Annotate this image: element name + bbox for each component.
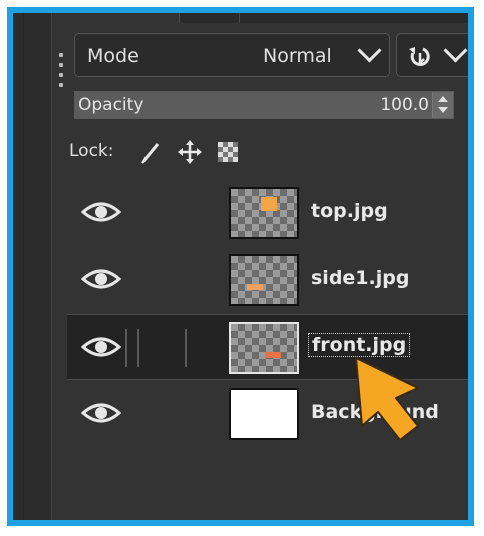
layer-thumbnail: [229, 187, 299, 239]
eye-icon[interactable]: [81, 399, 121, 427]
thumbnail-content: [265, 352, 281, 358]
opacity-slider[interactable]: Opacity 100.0: [74, 91, 454, 119]
drag-handle[interactable]: [58, 53, 64, 89]
layer-thumbnail: [229, 254, 299, 306]
composite-mode-button[interactable]: [396, 33, 468, 77]
mode-label: Mode: [87, 45, 139, 67]
opacity-value: 100.0: [380, 95, 429, 115]
layer-row-side1[interactable]: side1.jpg: [67, 247, 468, 313]
side-strip: [13, 13, 52, 520]
pointer-arrow-icon: [355, 357, 419, 441]
spin-up-icon: [438, 96, 448, 102]
lock-label: Lock:: [69, 141, 114, 161]
lock-alpha-icon[interactable]: [215, 139, 241, 165]
layer-row-top[interactable]: top.jpg: [67, 180, 468, 246]
chevron-down-icon: [357, 38, 382, 63]
spin-down-icon: [438, 107, 448, 113]
thumbnail-content: [261, 197, 277, 211]
chain-slot[interactable]: [185, 329, 187, 367]
thumbnail-content: [247, 284, 263, 290]
mode-value: Normal: [263, 45, 332, 67]
chain-slot[interactable]: [125, 329, 127, 367]
lock-position-icon[interactable]: [177, 139, 203, 165]
layer-name[interactable]: side1.jpg: [311, 267, 409, 289]
eye-icon[interactable]: [81, 265, 121, 293]
opacity-spin-buttons[interactable]: [432, 92, 453, 118]
layer-thumbnail: [229, 322, 299, 374]
eye-icon[interactable]: [81, 333, 121, 361]
chain-slot[interactable]: [137, 329, 139, 367]
chevron-down-icon: [443, 38, 468, 63]
eye-icon[interactable]: [81, 198, 121, 226]
layer-thumbnail: [229, 388, 299, 440]
composite-mode-icon: [409, 47, 430, 67]
lock-pixels-icon[interactable]: [139, 139, 165, 165]
mode-dropdown[interactable]: Mode Normal: [74, 33, 390, 77]
layer-name[interactable]: top.jpg: [311, 200, 388, 222]
opacity-label: Opacity: [78, 95, 144, 115]
